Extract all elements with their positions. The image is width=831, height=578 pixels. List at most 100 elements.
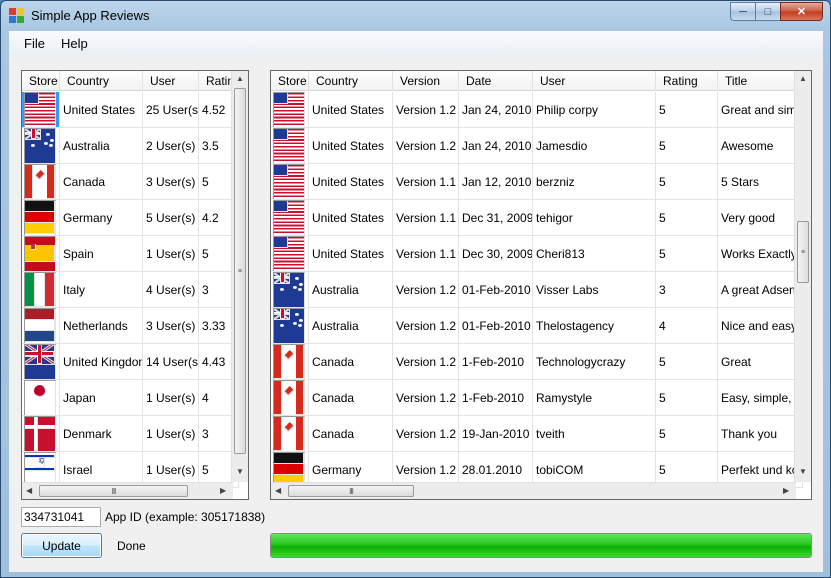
stores-vertical-scroll-thumb[interactable]: ≡ xyxy=(234,88,246,454)
flag-us-icon xyxy=(273,200,305,235)
menu-file[interactable]: File xyxy=(24,36,45,51)
date-cell: 1-Feb-2010 xyxy=(459,344,533,380)
users-cell: 1 User(s) xyxy=(143,416,199,452)
stores-list-header: Store Country User Ratin xyxy=(22,71,239,91)
reviews-vertical-scroll-thumb[interactable]: ≡ xyxy=(797,221,809,283)
users-cell: 1 User(s) xyxy=(143,380,199,416)
flag-ca-icon xyxy=(273,344,305,379)
flag-jp-icon xyxy=(24,380,56,415)
reviews-row[interactable]: United States Version 1.1 Jan 12, 2010 berz… xyxy=(271,164,803,200)
scroll-right-icon[interactable]: ▶ xyxy=(783,486,789,495)
scroll-up-icon[interactable]: ▲ xyxy=(799,74,807,83)
reviews-column-header-version[interactable]: Version xyxy=(393,71,459,91)
stores-row[interactable]: Australia 2 User(s) 3.5 xyxy=(22,128,239,164)
app-id-input[interactable] xyxy=(21,507,101,527)
date-cell: 1-Feb-2010 xyxy=(459,380,533,416)
title-cell: Works Exactly ... xyxy=(718,236,803,272)
maximize-button[interactable]: □ xyxy=(755,2,781,21)
scroll-right-icon[interactable]: ▶ xyxy=(220,486,226,495)
flag-it-icon xyxy=(24,272,56,307)
stores-horizontal-scroll-thumb[interactable]: III xyxy=(39,485,188,497)
date-cell: 01-Feb-2010 xyxy=(459,272,533,308)
stores-row[interactable]: Netherlands 3 User(s) 3.33 xyxy=(22,308,239,344)
user-cell: Visser Labs xyxy=(533,272,656,308)
stores-row[interactable]: Italy 4 User(s) 3 xyxy=(22,272,239,308)
stores-column-header-store[interactable]: Store xyxy=(22,71,60,91)
stores-row[interactable]: United States 25 User(s) 4.52 xyxy=(22,92,239,128)
stores-list[interactable]: Store Country User Ratin United States 25 Us… xyxy=(21,70,249,500)
title-cell: Thank you xyxy=(718,416,803,452)
reviews-vertical-scrollbar[interactable]: ▲ ≡ ▼ xyxy=(794,71,811,482)
reviews-list[interactable]: Store Country Version Date User Rating Title U… xyxy=(270,70,812,500)
reviews-row[interactable]: Australia Version 1.2 01-Feb-2010 Thelostag… xyxy=(271,308,803,344)
reviews-row[interactable]: United States Version 1.1 Dec 31, 2009 tehi… xyxy=(271,200,803,236)
country-cell: Canada xyxy=(60,164,143,200)
reviews-horizontal-scrollbar[interactable]: ◀ III ▶ xyxy=(271,482,796,499)
country-cell: Netherlands xyxy=(60,308,143,344)
scroll-left-icon[interactable]: ◀ xyxy=(26,486,32,495)
reviews-column-header-user[interactable]: User xyxy=(533,71,656,91)
scroll-down-icon[interactable]: ▼ xyxy=(236,467,244,476)
user-cell: Technologycrazy xyxy=(533,344,656,380)
date-cell: Dec 30, 2009 xyxy=(459,236,533,272)
store-cell xyxy=(271,200,309,236)
date-cell: Jan 24, 2010 xyxy=(459,128,533,164)
stores-column-header-user[interactable]: User xyxy=(143,71,199,91)
user-cell: Thelostagency xyxy=(533,308,656,344)
reviews-column-header-store[interactable]: Store xyxy=(271,71,309,91)
reviews-row[interactable]: United States Version 1.2 Jan 24, 2010 Jame… xyxy=(271,128,803,164)
rating-cell: 5 xyxy=(656,128,718,164)
scroll-down-icon[interactable]: ▼ xyxy=(799,467,807,476)
title-bar[interactable]: Simple App Reviews ─ □ ✕ xyxy=(1,1,830,31)
reviews-row[interactable]: United States Version 1.2 Jan 24, 2010 Phil… xyxy=(271,92,803,128)
reviews-row[interactable]: Canada Version 1.2 1-Feb-2010 Ramystyle 5 Eas… xyxy=(271,380,803,416)
close-button[interactable]: ✕ xyxy=(780,2,823,21)
client-area: File Help Store Country User Ratin United S… xyxy=(9,31,823,572)
stores-horizontal-scrollbar[interactable]: ◀ III ▶ xyxy=(22,482,233,499)
users-cell: 2 User(s) xyxy=(143,128,199,164)
flag-ca-icon xyxy=(273,380,305,415)
store-cell xyxy=(22,200,60,236)
title-cell: Very good xyxy=(718,200,803,236)
reviews-column-header-date[interactable]: Date xyxy=(459,71,533,91)
country-cell: Australia xyxy=(309,272,393,308)
store-cell xyxy=(22,308,60,344)
version-cell: Version 1.1 xyxy=(393,164,459,200)
flag-au-icon xyxy=(273,272,305,307)
user-cell: tveith xyxy=(533,416,656,452)
reviews-horizontal-scroll-thumb[interactable]: III xyxy=(288,485,414,497)
minimize-button[interactable]: ─ xyxy=(730,2,756,21)
reviews-row[interactable]: Canada Version 1.2 1-Feb-2010 Technologycra… xyxy=(271,344,803,380)
progress-fill xyxy=(271,534,811,557)
reviews-column-header-rating[interactable]: Rating xyxy=(656,71,718,91)
scroll-left-icon[interactable]: ◀ xyxy=(275,486,281,495)
flag-gb-icon xyxy=(24,344,56,379)
reviews-column-header-title[interactable]: Title xyxy=(718,71,803,91)
stores-row[interactable]: United Kingdom 14 User(s) 4.43 xyxy=(22,344,239,380)
reviews-row[interactable]: Australia Version 1.2 01-Feb-2010 Visser La… xyxy=(271,272,803,308)
flag-us-icon xyxy=(273,164,305,199)
reviews-row[interactable]: Canada Version 1.2 19-Jan-2010 tveith 5 Thank… xyxy=(271,416,803,452)
flag-us-icon xyxy=(273,128,305,163)
scroll-up-icon[interactable]: ▲ xyxy=(236,74,244,83)
stores-row[interactable]: Spain 1 User(s) 5 xyxy=(22,236,239,272)
update-button[interactable]: Update xyxy=(21,533,102,558)
title-cell: Nice and easy xyxy=(718,308,803,344)
stores-vertical-scrollbar[interactable]: ▲ ≡ ▼ xyxy=(231,71,248,482)
country-cell: Spain xyxy=(60,236,143,272)
stores-column-header-country[interactable]: Country xyxy=(60,71,143,91)
menu-help[interactable]: Help xyxy=(61,36,88,51)
store-cell xyxy=(271,308,309,344)
flag-de-icon xyxy=(24,200,56,235)
stores-row[interactable]: Japan 1 User(s) 4 xyxy=(22,380,239,416)
stores-row[interactable]: Germany 5 User(s) 4.2 xyxy=(22,200,239,236)
stores-row[interactable]: Canada 3 User(s) 5 xyxy=(22,164,239,200)
reviews-column-header-country[interactable]: Country xyxy=(309,71,393,91)
title-cell: 5 Stars xyxy=(718,164,803,200)
store-cell xyxy=(271,344,309,380)
rating-cell: 5 xyxy=(656,380,718,416)
reviews-row[interactable]: United States Version 1.1 Dec 30, 2009 Cher… xyxy=(271,236,803,272)
stores-row[interactable]: Denmark 1 User(s) 3 xyxy=(22,416,239,452)
flag-us-icon xyxy=(273,236,305,271)
users-cell: 14 User(s) xyxy=(143,344,199,380)
